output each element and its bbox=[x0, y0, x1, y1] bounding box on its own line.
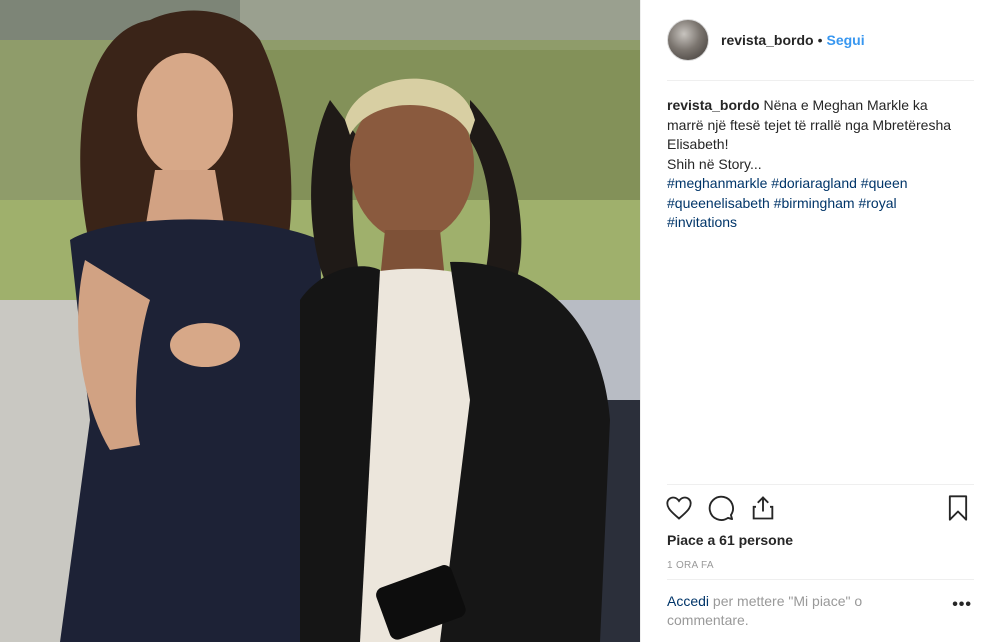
avatar[interactable] bbox=[667, 19, 709, 61]
hashtag-link[interactable]: #queenelisabeth bbox=[667, 195, 770, 211]
photo-illustration bbox=[0, 0, 640, 642]
follow-button[interactable]: Segui bbox=[827, 32, 865, 48]
heart-icon[interactable] bbox=[665, 494, 695, 524]
caption-text-story: Shih në Story... bbox=[667, 155, 762, 172]
caption-username[interactable]: revista_bordo bbox=[667, 97, 760, 113]
hashtag-link[interactable]: #invitations bbox=[667, 214, 737, 230]
hashtag-link[interactable]: #birmingham bbox=[774, 195, 855, 211]
likes-count[interactable]: Piace a 61 persone bbox=[667, 532, 793, 548]
instagram-post: revista_bordo • Segui revista_bordo Nëna… bbox=[0, 0, 1000, 642]
login-link[interactable]: Accedi bbox=[667, 593, 709, 609]
login-prompt: Accedi per mettere "Mi piace" o commenta… bbox=[667, 592, 917, 630]
divider bbox=[667, 484, 974, 485]
post-caption: revista_bordo Nëna e Meghan Markle ka ma… bbox=[667, 96, 967, 233]
divider bbox=[667, 579, 974, 580]
hashtag-link[interactable]: #meghanmarkle bbox=[667, 175, 767, 191]
share-icon[interactable] bbox=[749, 494, 779, 524]
post-side-panel: revista_bordo • Segui revista_bordo Nëna… bbox=[641, 0, 1000, 642]
header-separator: • bbox=[817, 32, 823, 48]
more-options-button[interactable]: ••• bbox=[952, 596, 972, 614]
header-username[interactable]: revista_bordo bbox=[721, 32, 814, 48]
post-actions bbox=[665, 494, 974, 524]
post-header: revista_bordo • Segui bbox=[667, 16, 974, 64]
hashtag-link[interactable]: #queen bbox=[861, 175, 908, 191]
comment-icon[interactable] bbox=[707, 494, 737, 524]
divider bbox=[667, 80, 974, 81]
hashtag-link[interactable]: #doriaragland bbox=[771, 175, 857, 191]
bookmark-icon[interactable] bbox=[944, 494, 974, 524]
post-timestamp[interactable]: 1 ORA FA bbox=[667, 560, 714, 571]
post-photo[interactable] bbox=[0, 0, 641, 642]
hashtag-link[interactable]: #royal bbox=[858, 195, 896, 211]
